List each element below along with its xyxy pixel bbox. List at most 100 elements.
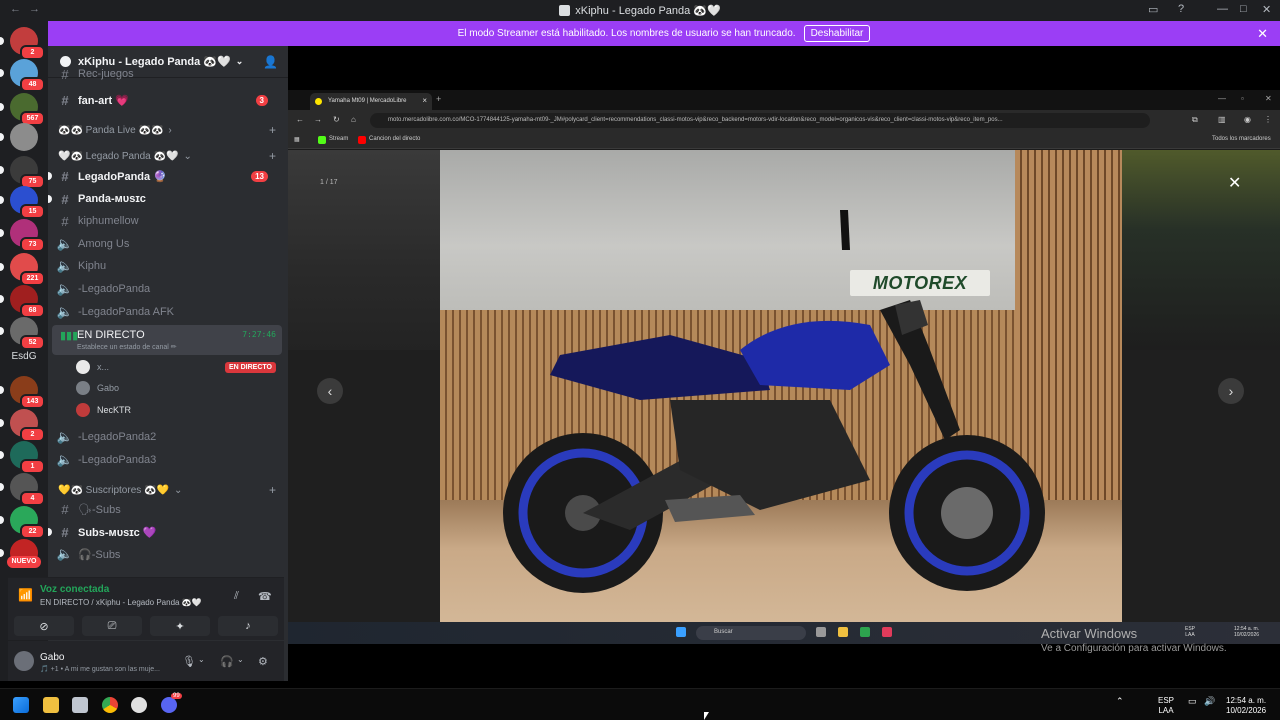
channel-panda-music[interactable]: # Panda-ᴍᴜsɪᴄ <box>48 189 280 209</box>
bookmark-cancion[interactable]: Cancion del directo <box>369 136 420 142</box>
channel-rec-juegos[interactable]: # Rec-juegos <box>56 68 280 80</box>
bookmark-stream[interactable]: Stream <box>329 136 348 142</box>
unread-indicator <box>0 166 4 174</box>
channel-legadopanda-afk[interactable]: 🔈 -LegadoPanda AFK <box>56 302 280 322</box>
close-window-icon[interactable]: ✕ <box>1262 3 1271 16</box>
apps-icon[interactable]: ▦ <box>294 136 300 143</box>
cast-icon[interactable]: ▭ <box>1148 3 1158 16</box>
lang-top: ESP <box>1158 696 1175 705</box>
chevron-down-icon[interactable]: ⌄ <box>237 655 244 664</box>
extensions-icon[interactable]: ⧉ <box>1192 115 1198 125</box>
network-icon[interactable]: ▭ <box>1188 696 1197 707</box>
volume-icon[interactable]: 🔊 <box>1204 696 1215 707</box>
app-icon[interactable] <box>72 697 88 713</box>
voice-user-2[interactable]: NecKTR <box>76 400 280 420</box>
windows-start-icon[interactable] <box>13 697 29 713</box>
voice-user-0[interactable]: x... EN DIRECTO <box>76 357 280 377</box>
channel-subs-text[interactable]: # 🗣-Subs <box>56 499 280 519</box>
share-screen-button[interactable]: ⎚ <box>82 616 142 636</box>
voice-channel-path[interactable]: EN DIRECTO / xKiphu - Legado Panda 🐼🤍 <box>40 598 202 607</box>
channel-en-directo[interactable]: ▮▮▮ EN DIRECTO 7:27:46 Establece un esta… <box>52 325 282 355</box>
server-mention-badge: 73 <box>20 237 45 252</box>
microphone-icon[interactable]: 🎙 <box>182 655 196 668</box>
headphones-icon[interactable]: 🎧 <box>220 655 234 668</box>
sidepanel-icon[interactable]: ▥ <box>1218 115 1226 124</box>
browser-close-icon[interactable]: ✕ <box>1265 94 1272 103</box>
maximize-icon[interactable]: □ <box>1240 3 1247 15</box>
next-image-button[interactable]: › <box>1218 378 1244 404</box>
new-badge[interactable]: NUEVO <box>7 556 41 568</box>
lightbox-backdrop-left <box>288 150 440 350</box>
unread-indicator <box>0 69 4 77</box>
channel-kiphu[interactable]: 🔈 Kiphu <box>56 256 280 276</box>
avatar[interactable] <box>14 651 34 671</box>
channel-kiphumellow[interactable]: # kiphumellow <box>56 211 280 231</box>
browser-minimize-icon[interactable]: — <box>1218 94 1226 103</box>
settings-gear-icon[interactable]: ⚙ <box>258 655 268 668</box>
close-banner-icon[interactable]: ✕ <box>1257 26 1268 42</box>
unread-indicator <box>0 295 4 303</box>
discord-taskbar-icon[interactable] <box>161 697 177 713</box>
create-channel-icon[interactable]: + <box>269 149 276 163</box>
browser-restore-icon[interactable]: ▫ <box>1241 94 1244 103</box>
minimize-icon[interactable]: — <box>1217 3 1228 15</box>
channel-fan-art[interactable]: # fan-art 💗 3 <box>56 90 280 110</box>
address-bar[interactable]: moto.mercadolibre.com.co/MCO-1774844125-… <box>370 113 1150 128</box>
channel-legadopanda3[interactable]: 🔈 -LegadoPanda3 <box>56 450 280 470</box>
category-panda-live[interactable]: 🐼🐼 Panda Live 🐼🐼 › + <box>58 122 280 138</box>
previous-image-button[interactable]: ‹ <box>317 378 343 404</box>
channel-label: 🎧-Subs <box>78 548 121 561</box>
soundboard-button[interactable]: ♪ <box>218 616 278 636</box>
browser-tab[interactable]: Yamaha Mt09 | MercadoLibre × <box>310 93 432 110</box>
profile-icon[interactable]: ◉ <box>1244 115 1251 124</box>
category-legado-panda[interactable]: 🤍🐼 Legado Panda 🐼🤍 ⌄ + <box>58 148 280 164</box>
help-icon[interactable]: ? <box>1178 3 1184 15</box>
server-mention-badge: 22 <box>20 524 45 539</box>
channel-subs-voice[interactable]: 🔈 🎧-Subs <box>56 544 280 564</box>
menu-icon[interactable]: ⋮ <box>1264 115 1272 124</box>
camera-off-button[interactable]: ⊘ <box>14 616 74 636</box>
unread-indicator <box>0 196 4 204</box>
close-tab-icon[interactable]: × <box>422 96 427 105</box>
disable-streamer-button[interactable]: Deshabilitar <box>803 25 871 42</box>
channel-among-us[interactable]: 🔈 Among Us <box>56 234 280 254</box>
home-icon[interactable]: ⌂ <box>351 115 356 124</box>
close-lightbox-icon[interactable]: ✕ <box>1228 173 1241 193</box>
stream-view[interactable]: Yamaha Mt09 | MercadoLibre × + — ▫ ✕ ← → … <box>288 90 1280 644</box>
avatar <box>76 403 90 417</box>
chevron-up-icon[interactable]: ⌃ <box>1116 696 1124 707</box>
reload-icon[interactable]: ↻ <box>333 115 340 124</box>
server-icon[interactable] <box>10 123 38 151</box>
channel-legadopanda-voice[interactable]: 🔈 -LegadoPanda <box>56 279 280 299</box>
voice-user-1[interactable]: Gabo <box>76 378 280 398</box>
chevron-down-icon: ⌄ <box>183 150 192 162</box>
category-suscriptores[interactable]: 💛🐼 Suscriptores 🐼💛 ⌄ + <box>58 482 280 498</box>
file-explorer-icon[interactable] <box>43 697 59 713</box>
chevron-down-icon[interactable]: ⌄ <box>198 655 205 664</box>
voice-active-icon: ▮▮▮ <box>60 330 79 342</box>
window-title-text: xKiphu - Legado Panda 🐼🤍 <box>575 5 721 17</box>
all-bookmarks[interactable]: Todos los marcadores <box>1212 136 1271 142</box>
signal-icon[interactable]: 📶 <box>18 588 33 602</box>
steam-icon[interactable] <box>131 697 147 713</box>
back-icon[interactable]: ← <box>296 115 304 124</box>
channel-legadopanda[interactable]: # LegadoPanda 🔮 13 <box>48 166 280 186</box>
invite-people-icon[interactable]: 👤 <box>263 55 278 69</box>
window-title: xKiphu - Legado Panda 🐼🤍 <box>0 4 1280 17</box>
activities-button[interactable]: ✦ <box>150 616 210 636</box>
create-channel-icon[interactable]: + <box>269 123 276 137</box>
channel-status-prompt[interactable]: Establece un estado de canal ✏ <box>77 343 177 351</box>
forward-icon[interactable]: → <box>314 115 322 124</box>
language-indicator[interactable]: ESP LAA <box>1158 696 1174 716</box>
create-channel-icon[interactable]: + <box>269 483 276 497</box>
channel-subs-music[interactable]: # Subs-ᴍᴜsɪᴄ 💜 <box>48 522 280 542</box>
chrome-icon[interactable] <box>102 697 118 713</box>
clock[interactable]: 12:54 a. m. 10/02/2026 <box>1226 696 1266 716</box>
disconnect-icon[interactable]: ☎ <box>258 590 272 603</box>
new-tab-icon[interactable]: + <box>436 94 441 104</box>
noise-suppression-icon[interactable]: ⫽ <box>234 590 239 603</box>
motorcycle-photo: MOTOREX <box>440 150 1122 622</box>
server-folder-esdg[interactable]: EsdG <box>10 351 38 371</box>
channel-legadopanda2[interactable]: 🔈 -LegadoPanda2 <box>56 427 280 447</box>
server-mention-badge: 2 <box>20 427 45 442</box>
